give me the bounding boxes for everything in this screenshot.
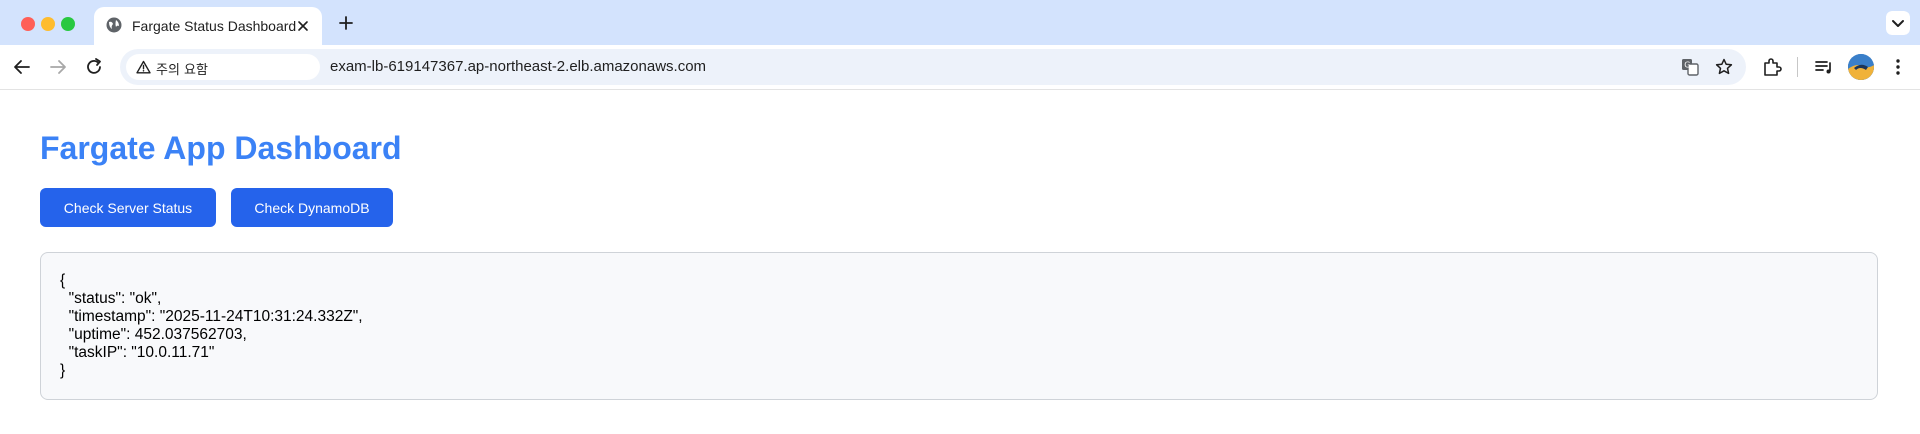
reload-icon[interactable] xyxy=(82,55,106,79)
chevron-down-icon[interactable] xyxy=(1886,11,1910,35)
output-panel: { "status": "ok", "timestamp": "2025-11-… xyxy=(40,252,1878,400)
star-icon[interactable] xyxy=(1714,57,1734,77)
svg-text:G: G xyxy=(1684,61,1690,70)
tab-strip: Fargate Status Dashboard xyxy=(0,0,1920,45)
toolbar-divider xyxy=(1797,57,1798,77)
globe-icon xyxy=(106,17,122,33)
arrow-left-icon[interactable] xyxy=(10,55,34,79)
translate-icon[interactable]: G xyxy=(1680,57,1700,77)
address-bar[interactable]: 주의 요함 exam-lb-619147367.ap-northeast-2.e… xyxy=(120,49,1746,85)
page-title: Fargate App Dashboard xyxy=(40,130,402,166)
puzzle-icon[interactable] xyxy=(1760,55,1784,79)
avatar[interactable] xyxy=(1848,54,1874,80)
window-close-button[interactable] xyxy=(21,17,35,31)
browser-toolbar: 주의 요함 exam-lb-619147367.ap-northeast-2.e… xyxy=(0,45,1920,90)
window-minimize-button[interactable] xyxy=(41,17,55,31)
security-chip-label: 주의 요함 xyxy=(156,63,208,78)
media-queue-icon[interactable] xyxy=(1812,55,1836,79)
output-json: { "status": "ok", "timestamp": "2025-11-… xyxy=(60,272,363,379)
browser-tab[interactable]: Fargate Status Dashboard xyxy=(94,7,322,45)
warning-triangle-icon xyxy=(136,60,151,74)
plus-icon[interactable] xyxy=(336,13,356,33)
security-chip[interactable]: 주의 요함 xyxy=(126,54,320,80)
check-dynamodb-button[interactable]: Check DynamoDB xyxy=(231,188,393,227)
window-zoom-button[interactable] xyxy=(61,17,75,31)
arrow-right-icon[interactable] xyxy=(46,55,70,79)
close-icon[interactable] xyxy=(295,18,311,34)
url-text[interactable]: exam-lb-619147367.ap-northeast-2.elb.ama… xyxy=(330,58,706,75)
page-content: Fargate App Dashboard Check Server Statu… xyxy=(0,90,1920,434)
kebab-menu-icon[interactable] xyxy=(1886,55,1910,79)
check-server-status-button[interactable]: Check Server Status xyxy=(40,188,216,227)
tab-title: Fargate Status Dashboard xyxy=(132,18,297,34)
profile-picture xyxy=(1848,54,1874,80)
